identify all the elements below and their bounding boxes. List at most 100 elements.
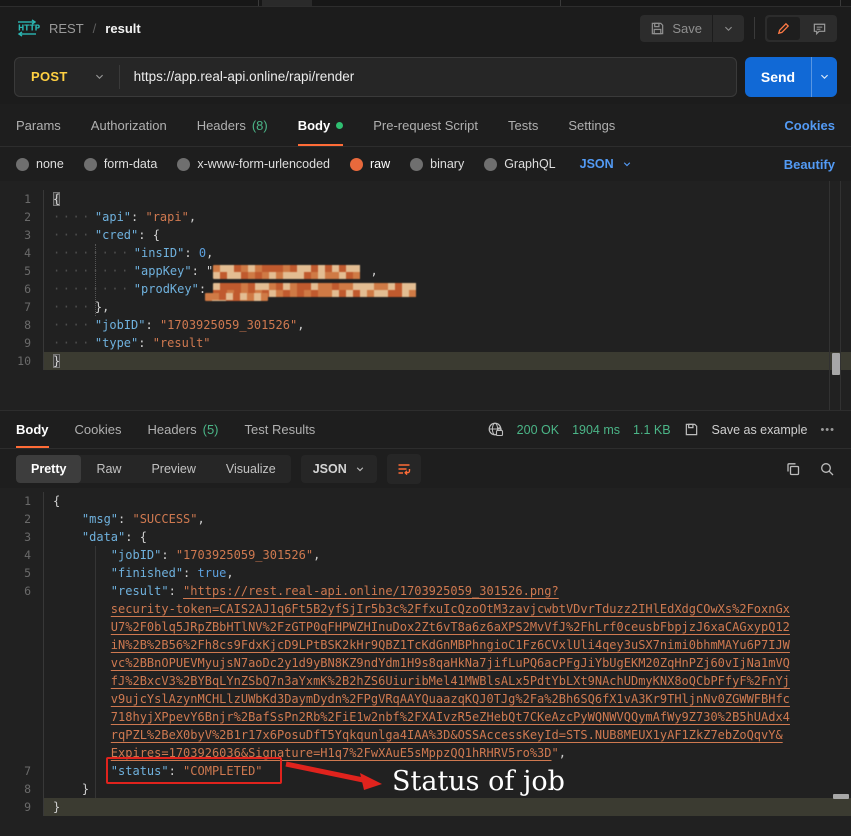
beautify-link[interactable]: Beautify [784,157,835,172]
tab-params[interactable]: Params [16,104,61,146]
request-body-editor[interactable]: 1{2····"api": "rapi",3····"cred": {4····… [0,181,851,411]
code-content: ····"api": "rapi", [44,208,851,226]
code-content: rqPZL%2BeX0byV%2B1r17x6PosuDfT5Yqkqunlga… [44,726,851,744]
view-raw[interactable]: Raw [81,455,136,483]
line-number [0,744,44,762]
line-number: 3 [0,528,44,546]
redacted-pixel [276,290,283,297]
redacted-pixel [374,283,381,290]
redacted-pixel [269,272,276,279]
redacted-pixel [297,290,304,297]
token-key: "insID" [134,246,185,260]
code-line: 2····"api": "rapi", [0,208,851,226]
format-selector[interactable]: JSON [580,157,632,171]
redacted-pixel [290,272,297,279]
code-content: { [44,190,851,208]
code-content: U7%2F0blq5JRpZBbHTlNV%2FzGTP0qFHPWZHInuD… [44,618,851,636]
response-tab-cookies[interactable]: Cookies [75,411,122,448]
line-number: 8 [0,780,44,798]
token-str: "1703925059_301526" [176,548,313,562]
view-visualize[interactable]: Visualize [211,455,291,483]
send-button[interactable]: Send [745,57,811,97]
token-key: "status" [111,764,169,778]
code-content: ····"type": "result" [44,334,851,352]
breadcrumb-collection[interactable]: REST [49,21,84,36]
redacted-pixel [353,272,360,279]
response-format-selector[interactable]: JSON [301,455,377,483]
indent [53,692,111,706]
cookies-link[interactable]: Cookies [784,104,835,146]
token-str: "result" [153,336,211,350]
response-tab-headers[interactable]: Headers(5) [147,411,218,448]
tab-tests[interactable]: Tests [508,104,538,146]
redacted-pixel [318,272,325,279]
save-options-button[interactable] [712,15,744,42]
method-selector[interactable]: POST [15,69,119,84]
redacted-pixel [381,283,388,290]
response-body-editor[interactable]: Status of job 1{2 "msg": "SUCCESS",3 "da… [0,488,851,836]
breadcrumb: HTTP REST / result [14,19,141,37]
tab-authorization[interactable]: Authorization [91,104,167,146]
request-editor-scrollbar[interactable] [829,181,841,410]
code-line: 1{ [0,492,851,510]
redacted-pixel [213,265,220,272]
tab-pre-request-script[interactable]: Pre-request Script [373,104,478,146]
tab-settings[interactable]: Settings [568,104,615,146]
indent [53,602,111,616]
radio-icon [484,158,497,171]
token-num: 0 [199,246,206,260]
redacted-pixel [332,265,339,272]
comments-button[interactable] [802,15,837,42]
http-icon: HTTP [14,19,40,37]
code-line: fJ%2BxcV3%2BYBqLYnZSbQ7n3aYxmK%2B2hZS6Ui… [0,672,851,690]
code-content: security-token=CAIS2AJ1q6Ft5B2yfSjIr5b3c… [44,600,851,618]
save-button[interactable]: Save [640,15,712,42]
response-toolbar-right [785,461,835,477]
code-content: Expires=1703926036&Signature=H1q7%2FwXAu… [44,744,851,762]
code-line: security-token=CAIS2AJ1q6Ft5B2yfSjIr5b3c… [0,600,851,618]
save-response-button[interactable] [684,422,699,437]
body-type-x-www-form-urlencoded[interactable]: x-www-form-urlencoded [177,157,330,171]
body-type-none[interactable]: none [16,157,64,171]
body-type-form-data[interactable]: form-data [84,157,158,171]
copy-response-button[interactable] [785,461,801,477]
send-options-button[interactable] [811,57,837,97]
token-link: fJ%2BxcV3%2BYBqLYnZSbQ7n3aYxmK%2B2hZS6Ui… [111,674,790,688]
line-number: 7 [0,762,44,780]
tab-strip-segment [262,0,312,6]
response-tab-body[interactable]: Body [16,411,49,448]
tab-label: Headers [197,118,246,133]
redacted-pixel [212,293,219,300]
url-input[interactable]: https://app.real-api.online/rapi/render [120,69,355,84]
tab-body[interactable]: Body [298,104,344,146]
annotation-label: Status of job [392,766,565,797]
response-tab-test-results[interactable]: Test Results [245,411,316,448]
whitespace-dots: ········ [53,282,134,296]
body-type-binary[interactable]: binary [410,157,464,171]
more-options-icon[interactable]: ••• [820,424,835,436]
line-number [0,672,44,690]
view-preview[interactable]: Preview [136,455,210,483]
wrap-text-icon [396,461,412,477]
code-line: 6 "result": "https://rest.real-api.onlin… [0,582,851,600]
indent [53,674,111,688]
body-type-graphql[interactable]: GraphQL [484,157,555,171]
view-pretty[interactable]: Pretty [16,455,81,483]
redacted-pixel [255,283,262,290]
response-scrollbar-thumb[interactable] [833,794,849,799]
token-pun: : [145,318,159,332]
search-response-button[interactable] [819,461,835,477]
save-as-example-link[interactable]: Save as example [712,423,808,437]
chevron-down-icon [819,71,830,82]
scrollbar-thumb[interactable] [832,353,840,375]
comment-icon [812,21,827,36]
wrap-lines-button[interactable] [387,454,421,484]
tab-headers[interactable]: Headers(8) [197,104,268,146]
redacted-pixel [247,293,254,300]
body-type-raw[interactable]: raw [350,157,390,171]
request-url-row: POST https://app.real-api.online/rapi/re… [0,49,851,104]
edit-button[interactable] [767,17,800,40]
save-button-group: Save [640,15,744,42]
save-icon [684,422,699,437]
redacted-pixel [234,265,241,272]
